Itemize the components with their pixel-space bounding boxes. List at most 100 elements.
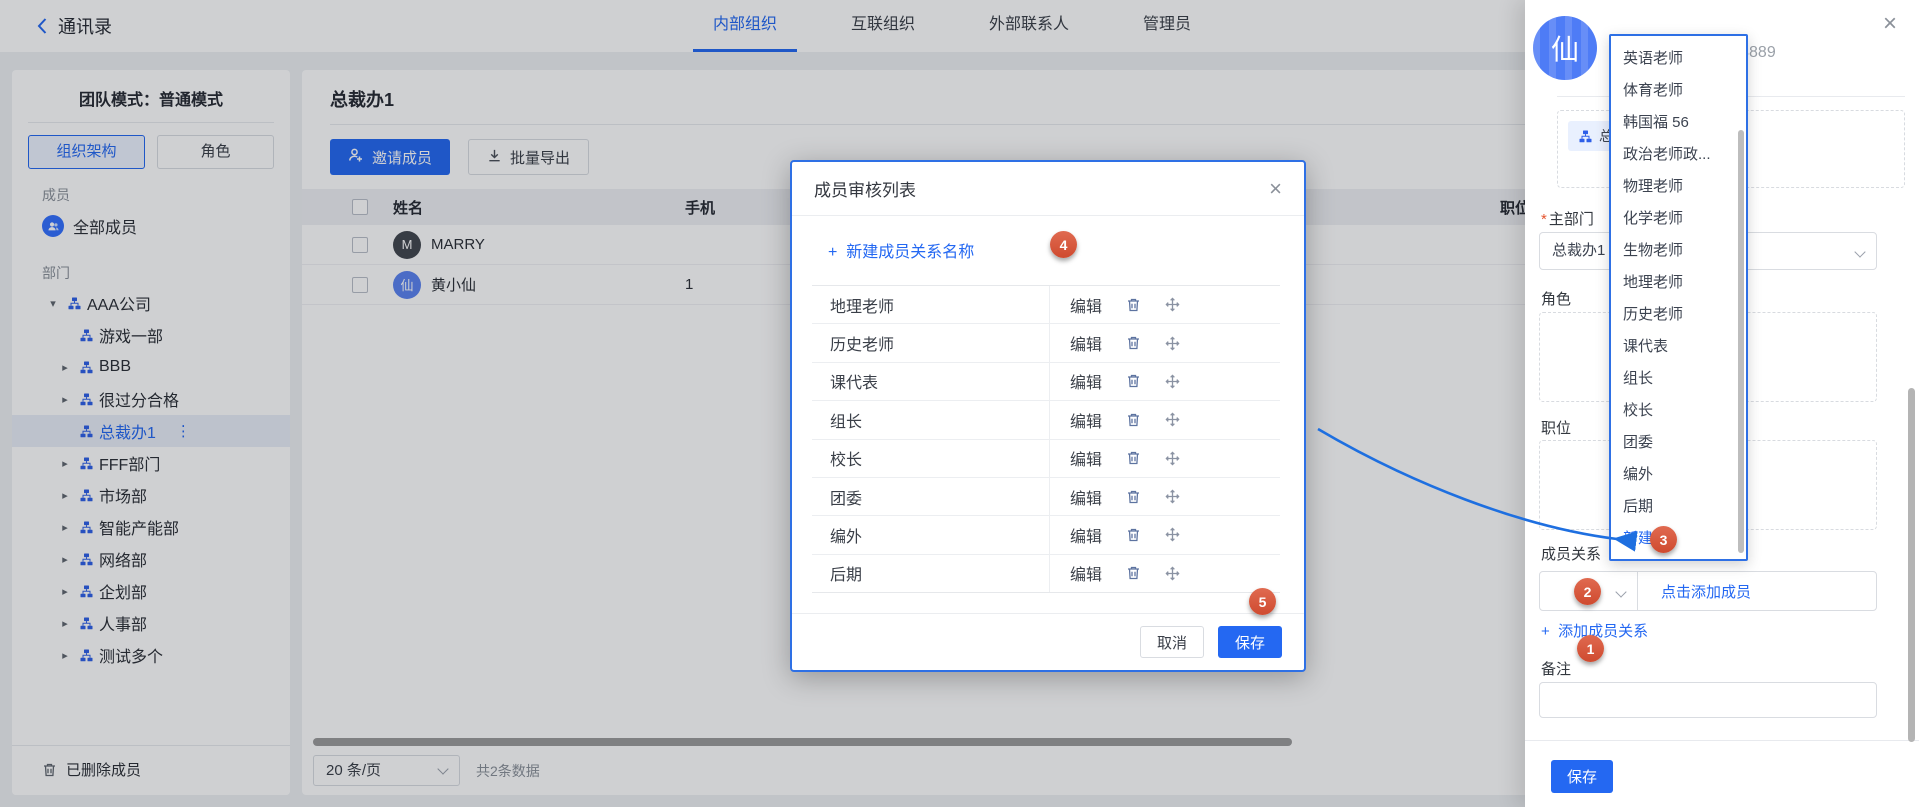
edit-link[interactable]: 编辑 [1070, 331, 1102, 355]
chevron-down-icon [1854, 246, 1865, 257]
modal-title: 成员审核列表 [814, 176, 916, 201]
trash-icon[interactable] [1126, 412, 1141, 428]
relation-row: 团委编辑 [812, 478, 1280, 516]
relation-list: 地理老师编辑历史老师编辑课代表编辑组长编辑校长编辑团委编辑编外编辑后期编辑 [812, 285, 1280, 593]
annotation-badge-2: 2 [1574, 578, 1601, 605]
app-root: 通讯录 内部组织互联组织外部联系人管理员 团队模式：普通模式 组织架构 角色 成… [0, 0, 1919, 807]
dropdown-option[interactable]: 英语老师 [1611, 41, 1746, 73]
drawer-close-icon[interactable]: × [1883, 12, 1897, 36]
move-icon[interactable] [1165, 489, 1180, 504]
relation-actions: 编辑 [1050, 523, 1180, 547]
annotation-badge-1: 1 [1577, 635, 1604, 662]
annotation-badge-3: 3 [1650, 526, 1677, 553]
move-icon[interactable] [1165, 527, 1180, 542]
edit-link[interactable]: 编辑 [1070, 408, 1102, 432]
dropdown-option[interactable]: 政治老师政... [1611, 137, 1746, 169]
trash-icon[interactable] [1126, 527, 1141, 543]
cancel-button[interactable]: 取消 [1140, 626, 1204, 658]
dropdown-option[interactable]: 课代表 [1611, 330, 1746, 362]
relation-actions: 编辑 [1050, 331, 1180, 355]
remark-label: 备注 [1541, 658, 1571, 679]
trash-icon[interactable] [1126, 489, 1141, 505]
dropdown-option[interactable]: 生物老师 [1611, 233, 1746, 265]
dropdown-option[interactable]: 体育老师 [1611, 73, 1746, 105]
relation-actions: 编辑 [1050, 561, 1180, 585]
relation-row: 后期编辑 [812, 555, 1280, 592]
relation-row: 组长编辑 [812, 401, 1280, 439]
dropdown-option[interactable]: 团委 [1611, 426, 1746, 458]
edit-link[interactable]: 编辑 [1070, 485, 1102, 509]
move-icon[interactable] [1165, 566, 1180, 581]
edit-link[interactable]: 编辑 [1070, 561, 1102, 585]
dropdown-option[interactable]: 后期 [1611, 490, 1746, 522]
relation-name: 地理老师 [812, 286, 1050, 323]
position-label: 职位 [1541, 417, 1571, 438]
edit-link[interactable]: 编辑 [1070, 446, 1102, 470]
relation-row: 校长编辑 [812, 440, 1280, 478]
primary-dept-value: 总裁办1 [1552, 242, 1605, 259]
trash-icon[interactable] [1126, 335, 1141, 351]
trash-icon[interactable] [1126, 373, 1141, 389]
dropdown-option[interactable]: 历史老师 [1611, 298, 1746, 330]
relation-actions: 编辑 [1050, 293, 1180, 317]
edit-link[interactable]: 编辑 [1070, 369, 1102, 393]
plus-icon: + [828, 244, 837, 261]
required-asterisk: * [1541, 211, 1547, 228]
move-icon[interactable] [1165, 451, 1180, 466]
dropdown-option[interactable]: 化学老师 [1611, 201, 1746, 233]
relation-name: 校长 [812, 440, 1050, 477]
relation-name: 团委 [812, 478, 1050, 515]
move-icon[interactable] [1165, 412, 1180, 427]
relation-row: 编外编辑 [812, 516, 1280, 554]
relation-row: 地理老师编辑 [812, 286, 1280, 324]
relation-name: 历史老师 [812, 324, 1050, 361]
primary-dept-label: *主部门 [1541, 208, 1594, 229]
relation-name: 后期 [812, 555, 1050, 592]
relation-row: 历史老师编辑 [812, 324, 1280, 362]
primary-dept-label-text: 主部门 [1549, 211, 1594, 228]
trash-icon[interactable] [1126, 450, 1141, 466]
move-icon[interactable] [1165, 297, 1180, 312]
drawer-save-button[interactable]: 保存 [1551, 760, 1613, 793]
dropdown-create-option[interactable]: 新建 [1611, 522, 1746, 554]
relation-actions: 编辑 [1050, 446, 1180, 470]
relation-actions: 编辑 [1050, 369, 1180, 393]
relation-name: 编外 [812, 516, 1050, 553]
annotation-badge-5: 5 [1249, 588, 1276, 615]
avatar: 仙 [1533, 16, 1597, 80]
dropdown-option[interactable]: 物理老师 [1611, 169, 1746, 201]
relation-row: 课代表编辑 [812, 363, 1280, 401]
org-icon [1579, 130, 1592, 143]
divider [1525, 740, 1919, 741]
modal-close-icon[interactable]: × [1269, 178, 1282, 200]
relation-name: 课代表 [812, 363, 1050, 400]
dropdown-option[interactable]: 韩国福 56 [1611, 105, 1746, 137]
plus-icon: + [1541, 623, 1550, 640]
chevron-down-icon [1615, 586, 1626, 597]
relation-dropdown: 英语老师体育老师韩国福 56政治老师政...物理老师化学老师生物老师地理老师历史… [1609, 34, 1748, 561]
remark-input[interactable] [1539, 682, 1877, 718]
trash-icon[interactable] [1126, 565, 1141, 581]
dropdown-option[interactable]: 地理老师 [1611, 265, 1746, 297]
add-relation-label: 添加成员关系 [1558, 623, 1648, 640]
member-review-modal: 成员审核列表 × + 新建成员关系名称 地理老师编辑历史老师编辑课代表编辑组长编… [790, 160, 1306, 672]
dropdown-scrollbar[interactable] [1738, 130, 1744, 553]
relation-actions: 编辑 [1050, 408, 1180, 432]
add-member-link[interactable]: 点击添加成员 [1638, 572, 1876, 610]
dropdown-option[interactable]: 组长 [1611, 362, 1746, 394]
dropdown-option[interactable]: 编外 [1611, 458, 1746, 490]
edit-link[interactable]: 编辑 [1070, 293, 1102, 317]
relation-name: 组长 [812, 401, 1050, 438]
edit-link[interactable]: 编辑 [1070, 523, 1102, 547]
move-icon[interactable] [1165, 336, 1180, 351]
annotation-badge-4: 4 [1050, 231, 1077, 258]
new-relation-name-link[interactable]: + 新建成员关系名称 [828, 238, 974, 262]
move-icon[interactable] [1165, 374, 1180, 389]
relation-actions: 编辑 [1050, 485, 1180, 509]
role-label: 角色 [1541, 288, 1571, 309]
relation-label: 成员关系 [1541, 543, 1601, 564]
page-scrollbar[interactable] [1908, 388, 1915, 742]
dropdown-option[interactable]: 校长 [1611, 394, 1746, 426]
trash-icon[interactable] [1126, 297, 1141, 313]
save-button[interactable]: 保存 [1218, 626, 1282, 658]
